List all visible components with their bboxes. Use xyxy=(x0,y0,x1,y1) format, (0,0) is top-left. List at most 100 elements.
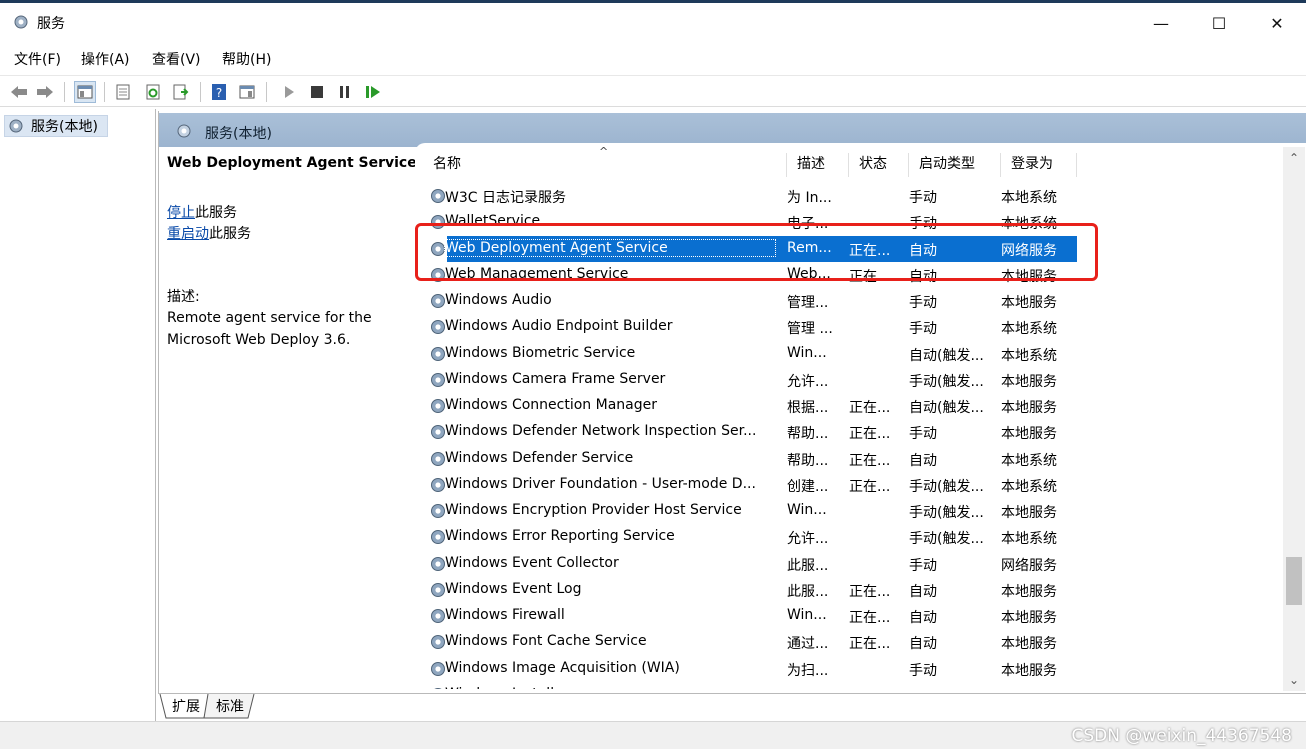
properties-icon[interactable] xyxy=(112,81,134,103)
toolbar: ? xyxy=(0,75,1306,107)
table-row[interactable]: Windows Event Collector 此服... 手动 网络服务 xyxy=(415,551,1077,577)
column-header-startup-type[interactable]: 启动类型 xyxy=(909,153,1001,177)
show-hide-console-tree-icon[interactable] xyxy=(74,81,96,103)
table-row[interactable]: Windows Font Cache Service 通过... 正在... 自动 本地… xyxy=(415,629,1077,655)
table-row[interactable]: Windows Defender Network Inspection Ser.… xyxy=(415,419,1077,445)
description-text: Remote agent service for the Microsoft W… xyxy=(167,310,372,348)
table-row[interactable]: Windows Camera Frame Server 允许... 手动(触发...… xyxy=(415,367,1077,393)
cell-description: 为 In... xyxy=(787,190,832,206)
cell-startup-type: 手动 xyxy=(909,321,937,338)
services-list: ^ 名称 描述 状态 启动类型 登录为 W3C 日志记录服务为 In... 手动本… xyxy=(415,143,1306,689)
panel-header-label: 服务(本地) xyxy=(205,126,272,142)
cell-name: Windows Encryption Provider Host Service xyxy=(445,502,742,518)
cell-startup-type: 自动 xyxy=(909,452,937,469)
table-row[interactable]: Windows Error Reporting Service 允许... 手动(触… xyxy=(415,524,1077,550)
tree-item-services-local[interactable]: 服务(本地) xyxy=(4,115,108,137)
tab-extended[interactable]: 扩展 xyxy=(166,694,206,718)
cell-description: 为扫... xyxy=(787,662,829,679)
column-header-name[interactable]: 名称 xyxy=(423,153,787,177)
services-gear-icon xyxy=(175,122,193,144)
table-row[interactable]: WalletService 电子... 手动 本地系统 xyxy=(415,209,1077,235)
pause-service-icon[interactable] xyxy=(334,81,356,103)
stop-service-link[interactable]: 停止 xyxy=(167,205,195,221)
menu-bar: 文件(F) 操作(A) 查看(V) 帮助(H) xyxy=(0,45,1306,73)
cell-startup-type: 自动 xyxy=(909,583,937,600)
table-row[interactable]: Web Deployment Agent Service Rem... 正在... 自… xyxy=(431,235,1077,262)
scroll-up-icon[interactable]: ⌃ xyxy=(1283,147,1305,169)
cell-startup-type: 手动(触发... xyxy=(909,478,984,495)
table-row[interactable]: Windows Biometric Service Win... 自动(触发... 本… xyxy=(415,341,1077,367)
cell-startup-type: 手动 xyxy=(909,426,937,443)
stop-service-icon[interactable] xyxy=(306,81,328,103)
view-tabs: 扩展 标准 xyxy=(158,693,1306,721)
resume-service-icon[interactable] xyxy=(362,81,384,103)
export-list-icon[interactable] xyxy=(170,81,192,103)
start-service-icon[interactable] xyxy=(278,81,300,103)
cell-startup-type: 手动(触发... xyxy=(909,505,984,521)
cell-name: Windows Audio Endpoint Builder xyxy=(445,318,673,335)
scroll-thumb[interactable] xyxy=(1286,557,1302,605)
cell-log-on-as: 本地服务 xyxy=(1001,295,1057,311)
help-icon[interactable]: ? xyxy=(208,81,230,103)
cell-log-on-as: 本地系统 xyxy=(1001,321,1057,338)
cell-log-on-as: 网络服务 xyxy=(1001,242,1057,259)
refresh-icon[interactable] xyxy=(142,81,164,103)
action-pane-icon[interactable] xyxy=(236,81,258,103)
cell-status: 正在... xyxy=(849,426,891,443)
cell-name: Windows Error Reporting Service xyxy=(445,528,675,545)
cell-startup-type: 手动 xyxy=(909,662,937,679)
cell-description: 创建... xyxy=(787,478,829,495)
cell-name: Windows Connection Manager xyxy=(445,397,657,413)
table-row[interactable]: Windows Image Acquisition (WIA) 为扫... 手动 本地… xyxy=(415,656,1077,682)
cell-status: 正在... xyxy=(849,400,891,416)
cell-startup-type: 手动(触发... xyxy=(909,531,984,548)
services-window: 服务 — ☐ ✕ 文件(F) 操作(A) 查看(V) 帮助(H) ? 服务(本地… xyxy=(0,0,1306,749)
column-header-log-on-as[interactable]: 登录为 xyxy=(1001,153,1077,177)
status-bar: CSDN @weixin_44367548 xyxy=(0,721,1306,749)
cell-description: Win... xyxy=(787,502,827,518)
cell-name: Windows Defender Network Inspection Ser.… xyxy=(445,423,757,440)
cell-status: 正在... xyxy=(849,610,891,626)
table-row[interactable]: Windows Installer 添加... 手动 本地系统 xyxy=(415,682,1077,689)
minimize-button[interactable]: — xyxy=(1132,3,1190,43)
menu-help[interactable]: 帮助(H) xyxy=(222,49,271,69)
cell-description: 通过... xyxy=(787,636,829,653)
column-header-description[interactable]: 描述 xyxy=(787,153,849,177)
table-row[interactable]: Windows Connection Manager 根据... 正在... 自动(触… xyxy=(415,393,1077,419)
table-row[interactable]: Windows Audio 管理... 手动 本地服务 xyxy=(415,288,1077,314)
table-row[interactable]: Windows Firewall Win... 正在... 自动 本地服务 xyxy=(415,603,1077,629)
table-row[interactable]: Windows Driver Foundation - User-mode D.… xyxy=(415,472,1077,498)
cell-description: Win... xyxy=(787,607,827,623)
cell-name: Windows Event Log xyxy=(445,580,582,597)
table-row[interactable]: Windows Defender Service 帮助... 正在... 自动 本地系统 xyxy=(415,446,1077,472)
menu-action[interactable]: 操作(A) xyxy=(81,49,130,69)
column-header-status[interactable]: 状态 xyxy=(849,153,909,177)
cell-startup-type: 自动(触发... xyxy=(909,400,984,416)
table-row[interactable]: Windows Encryption Provider Host Service… xyxy=(415,498,1077,524)
close-button[interactable]: ✕ xyxy=(1248,3,1306,43)
cell-description: 管理... xyxy=(787,295,829,311)
menu-view[interactable]: 查看(V) xyxy=(152,49,201,69)
restart-service-action: 重启动此服务 xyxy=(167,223,251,243)
title-bar: 服务 — ☐ ✕ xyxy=(0,3,1306,43)
menu-file[interactable]: 文件(F) xyxy=(14,49,61,69)
back-icon[interactable] xyxy=(8,81,30,103)
stop-service-action: 停止此服务 xyxy=(167,202,237,222)
table-row[interactable]: Windows Event Log 此服... 正在... 自动 本地服务 xyxy=(415,577,1077,603)
cell-description: 帮助... xyxy=(787,452,829,469)
maximize-button[interactable]: ☐ xyxy=(1190,3,1248,43)
cell-log-on-as: 本地系统 xyxy=(1001,531,1057,548)
table-row[interactable]: Web Management Service Web... 正在... 自动 本地服务 xyxy=(415,262,1077,288)
tab-standard[interactable]: 标准 xyxy=(210,694,250,718)
scroll-down-icon[interactable]: ⌄ xyxy=(1283,669,1305,691)
table-row[interactable]: W3C 日志记录服务 为 In... 手动 本地系统 xyxy=(415,183,1077,209)
restart-service-link[interactable]: 重启动 xyxy=(167,226,209,242)
cell-name: Windows Font Cache Service xyxy=(445,633,647,650)
forward-icon[interactable] xyxy=(34,81,56,103)
table-row[interactable]: Windows Audio Endpoint Builder 管理 ... 手动 本地… xyxy=(415,314,1077,340)
cell-description: 帮助... xyxy=(787,426,829,443)
cell-status: 正在... xyxy=(849,636,891,653)
cell-log-on-as: 本地系统 xyxy=(1001,686,1067,690)
vertical-scrollbar[interactable]: ⌃ ⌄ xyxy=(1283,147,1305,691)
tree-item-label: 服务(本地) xyxy=(31,119,98,135)
